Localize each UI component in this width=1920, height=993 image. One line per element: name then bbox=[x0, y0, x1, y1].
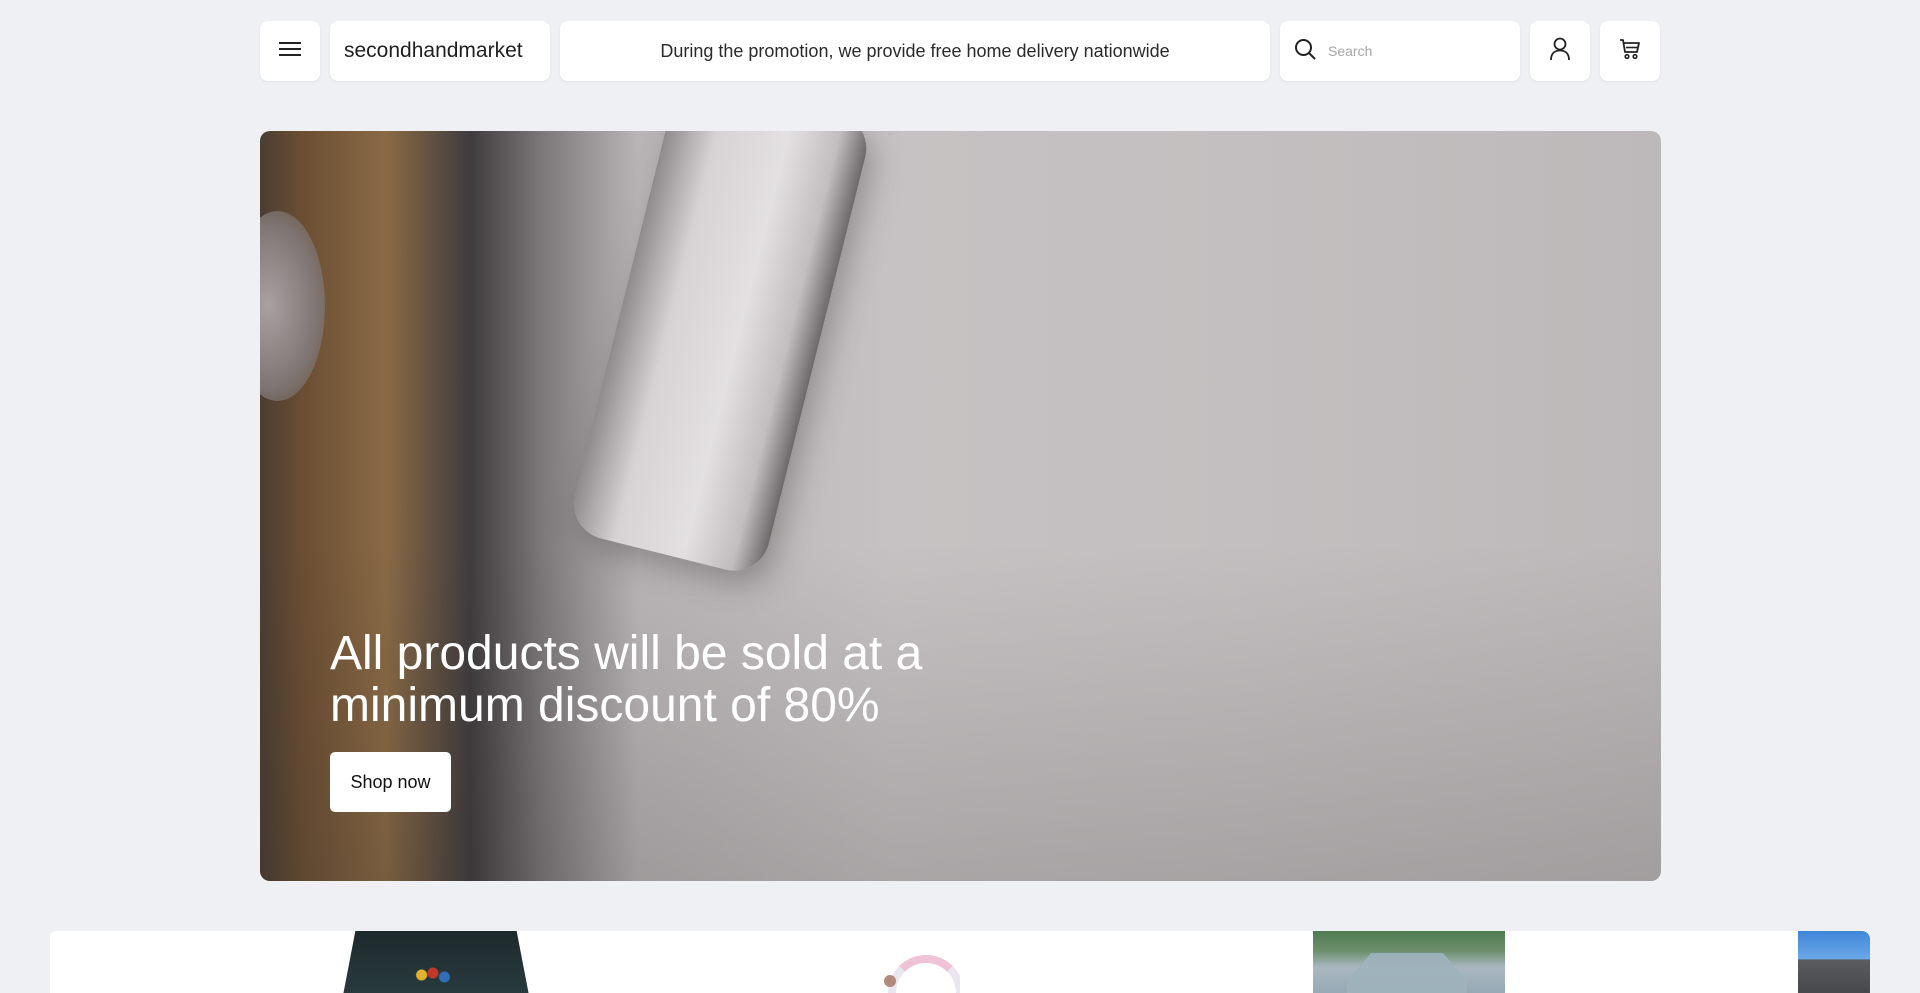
promo-banner: During the promotion, we provide free ho… bbox=[560, 21, 1270, 81]
product-thumb-pool-table[interactable] bbox=[340, 931, 532, 993]
product-thumb-garden-shed[interactable] bbox=[1798, 931, 1870, 993]
hero-title: All products will be sold at a minimum d… bbox=[330, 627, 923, 732]
shop-now-button[interactable]: Shop now bbox=[330, 752, 451, 812]
account-button[interactable] bbox=[1530, 21, 1590, 81]
product-strip bbox=[50, 931, 1870, 993]
hero-image-shade bbox=[260, 131, 1661, 881]
site-logo[interactable]: secondhandmarket bbox=[330, 21, 550, 81]
search-input[interactable] bbox=[1328, 43, 1498, 59]
hero-banner: All products will be sold at a minimum d… bbox=[260, 131, 1661, 881]
cart-button[interactable] bbox=[1600, 21, 1660, 81]
hamburger-menu-icon bbox=[279, 41, 301, 62]
user-icon bbox=[1549, 37, 1571, 66]
cart-icon bbox=[1619, 38, 1641, 65]
product-thumb-inflatable-unicorn[interactable] bbox=[850, 931, 960, 993]
promo-text: During the promotion, we provide free ho… bbox=[660, 40, 1170, 61]
product-thumb-greenhouse[interactable] bbox=[1313, 931, 1505, 993]
search-box[interactable] bbox=[1280, 21, 1520, 81]
top-bar: secondhandmarket During the promotion, w… bbox=[260, 21, 1661, 81]
search-icon[interactable] bbox=[1294, 38, 1316, 65]
menu-button[interactable] bbox=[260, 21, 320, 81]
